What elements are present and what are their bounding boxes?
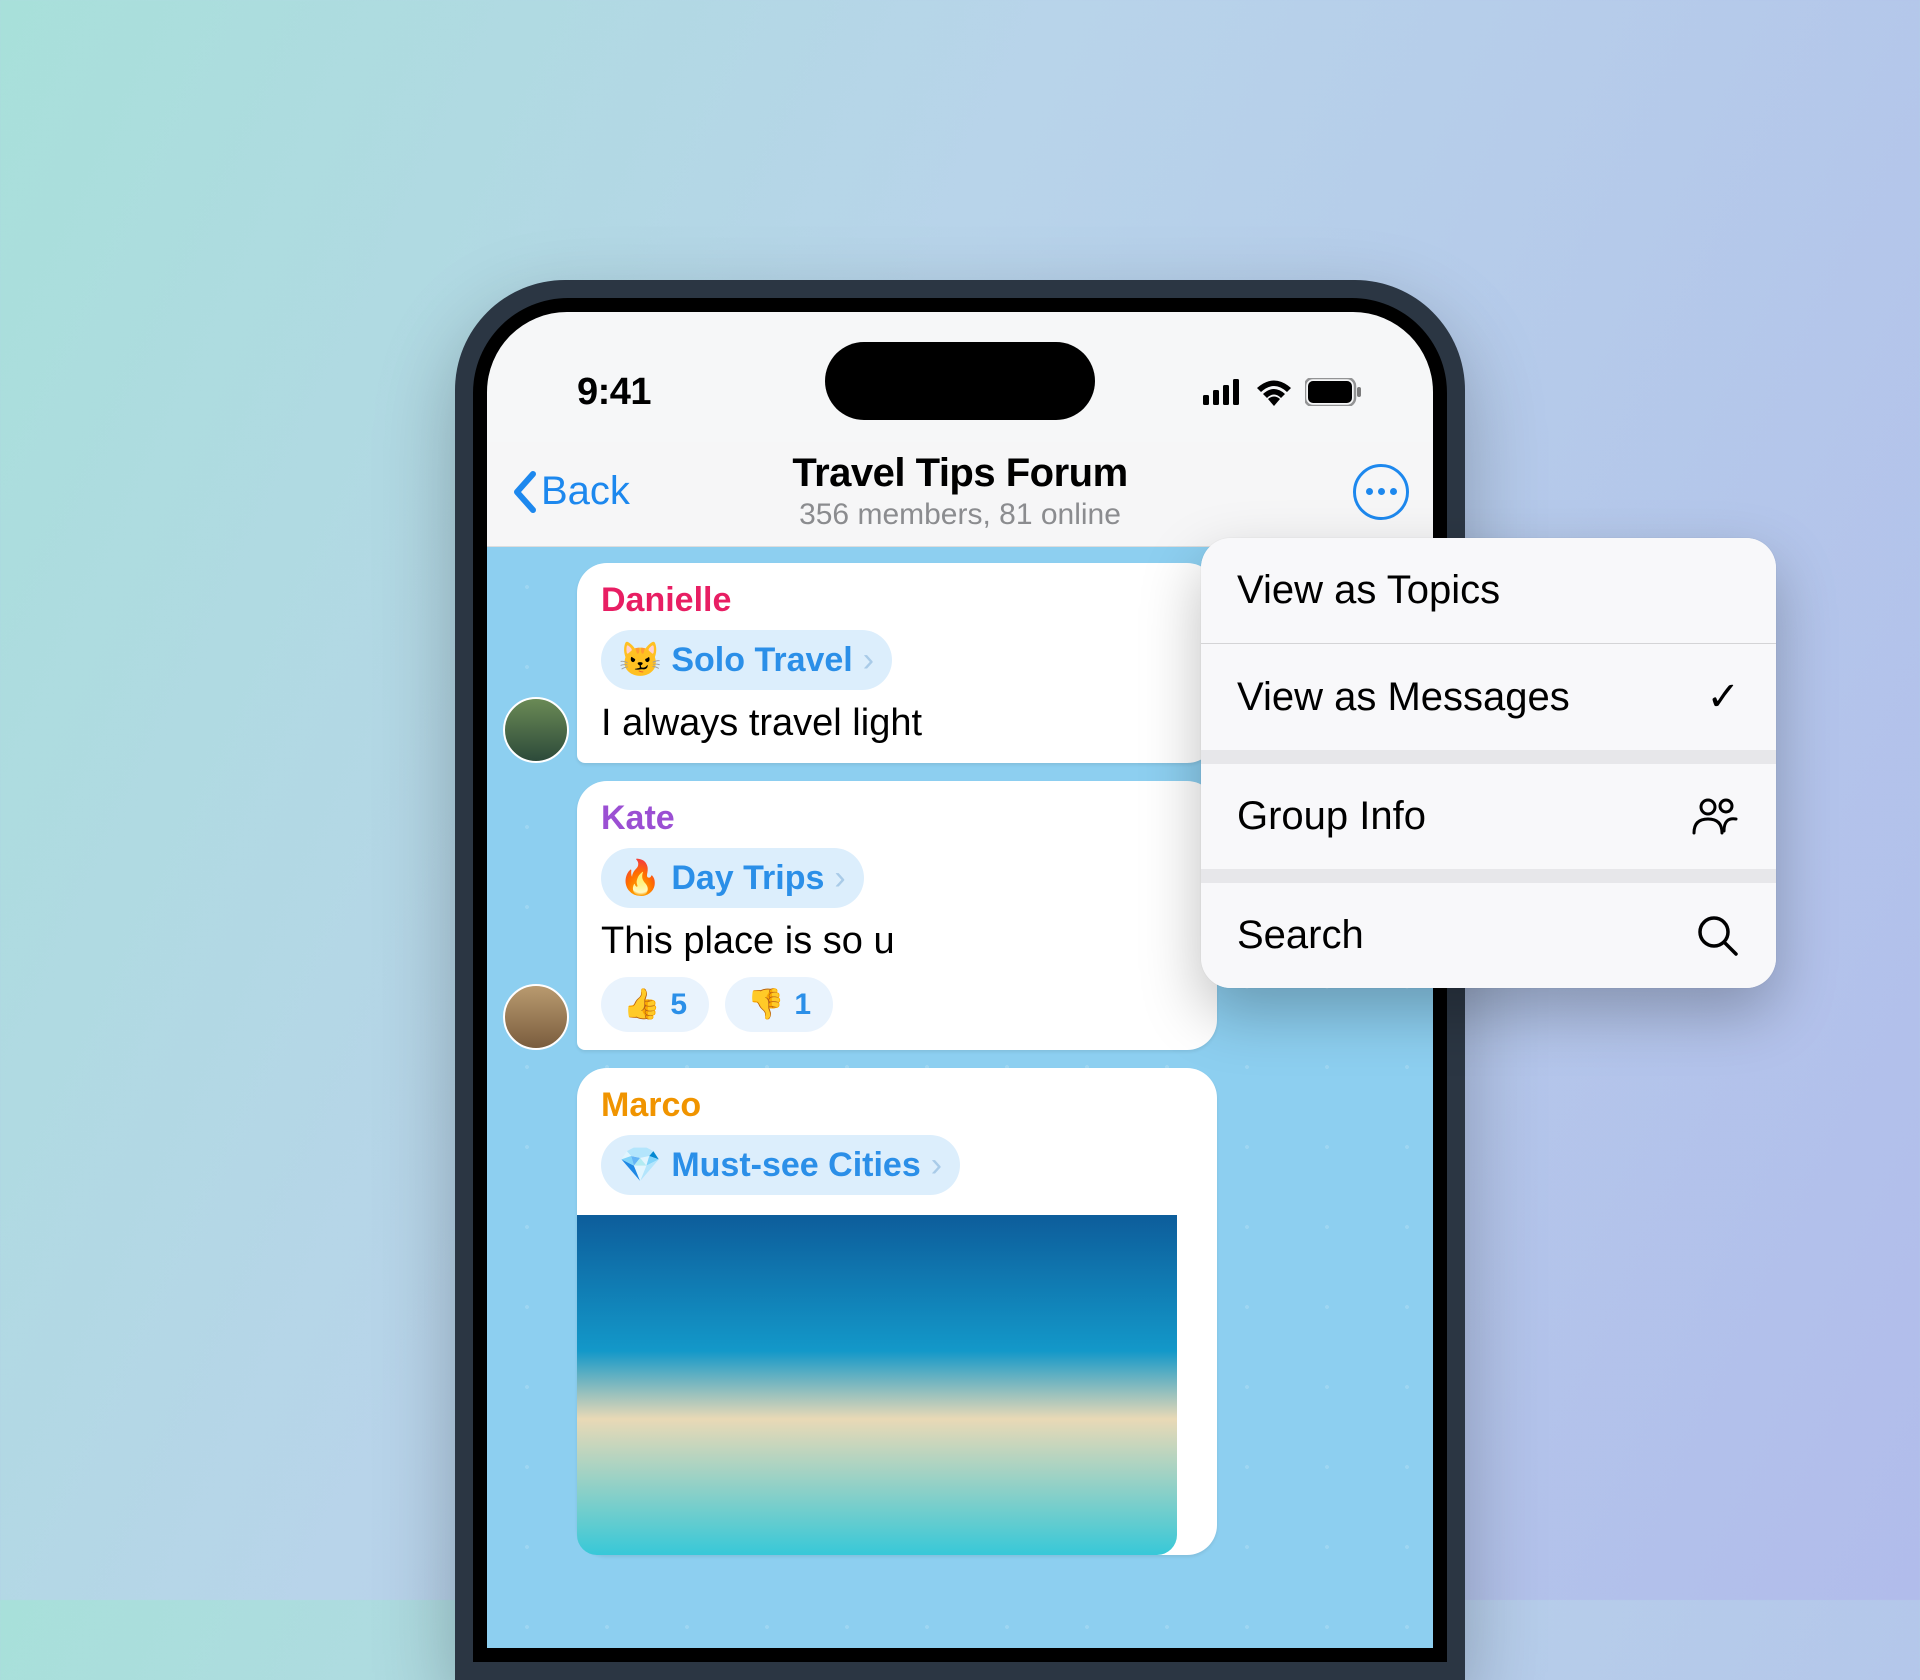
- search-icon: [1696, 914, 1740, 958]
- topic-label: Must-see Cities: [671, 1146, 920, 1185]
- reaction-count: 5: [670, 988, 687, 1022]
- message: Marco 💎 Must-see Cities ›: [577, 1068, 1417, 1555]
- wifi-icon: [1255, 378, 1293, 406]
- menu-item-label: View as Messages: [1237, 675, 1570, 720]
- sender-name[interactable]: Marco: [601, 1086, 1193, 1125]
- reaction-count: 1: [794, 988, 811, 1022]
- chat-title[interactable]: Travel Tips Forum: [792, 451, 1127, 496]
- message-body: I always travel light: [601, 702, 1193, 745]
- topic-emoji-icon: 🔥: [619, 858, 661, 898]
- battery-icon: [1305, 378, 1363, 406]
- topic-label: Day Trips: [671, 859, 824, 898]
- reactions-row: 👍 5 👎 1: [601, 977, 1193, 1032]
- context-menu: View as Topics View as Messages ✓ Group …: [1201, 538, 1776, 988]
- menu-item-label: Search: [1237, 913, 1364, 958]
- menu-item-group-info[interactable]: Group Info: [1201, 764, 1776, 869]
- avatar[interactable]: [503, 984, 569, 1050]
- chevron-left-icon: [511, 470, 539, 514]
- topic-pill[interactable]: 🔥 Day Trips ›: [601, 848, 864, 908]
- image-attachment[interactable]: [577, 1215, 1177, 1555]
- thumbs-down-icon: 👎: [747, 987, 784, 1022]
- reaction-button[interactable]: 👎 1: [725, 977, 833, 1032]
- navbar: Back Travel Tips Forum 356 members, 81 o…: [487, 442, 1433, 547]
- menu-item-view-as-messages[interactable]: View as Messages ✓: [1201, 644, 1776, 750]
- topic-label: Solo Travel: [671, 641, 852, 680]
- reaction-button[interactable]: 👍 5: [601, 977, 709, 1032]
- menu-item-search[interactable]: Search: [1201, 883, 1776, 988]
- menu-item-label: View as Topics: [1237, 568, 1500, 613]
- cellular-icon: [1203, 379, 1243, 405]
- sender-name[interactable]: Kate: [601, 799, 1193, 838]
- thumbs-up-icon: 👍: [623, 987, 660, 1022]
- chevron-right-icon: ›: [931, 1146, 942, 1185]
- chevron-right-icon: ›: [834, 859, 845, 898]
- topic-emoji-icon: 💎: [619, 1145, 661, 1185]
- group-icon: [1692, 797, 1740, 837]
- topic-pill[interactable]: 😼 Solo Travel ›: [601, 630, 892, 690]
- topic-pill[interactable]: 💎 Must-see Cities ›: [601, 1135, 960, 1195]
- menu-item-view-as-topics[interactable]: View as Topics: [1201, 538, 1776, 643]
- menu-item-label: Group Info: [1237, 794, 1426, 839]
- back-label: Back: [541, 469, 630, 514]
- chevron-right-icon: ›: [863, 641, 874, 680]
- message-body: This place is so u: [601, 920, 1193, 963]
- avatar[interactable]: [503, 697, 569, 763]
- status-time: 9:41: [577, 371, 651, 414]
- sender-name[interactable]: Danielle: [601, 581, 1193, 620]
- more-options-button[interactable]: [1353, 464, 1409, 520]
- chat-subtitle: 356 members, 81 online: [792, 498, 1127, 532]
- back-button[interactable]: Back: [511, 469, 630, 514]
- check-icon: ✓: [1706, 674, 1740, 720]
- dynamic-island: [825, 342, 1095, 420]
- topic-emoji-icon: 😼: [619, 640, 661, 680]
